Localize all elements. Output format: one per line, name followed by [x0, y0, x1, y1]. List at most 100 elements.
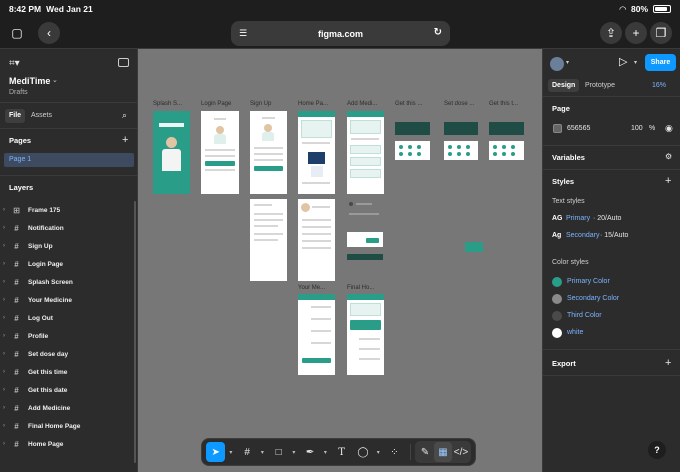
add-export-icon[interactable]: +: [665, 357, 671, 369]
reload-icon[interactable]: ↻: [434, 27, 442, 38]
color-style-item[interactable]: Third Color: [552, 311, 677, 323]
layer-item[interactable]: › # Sign Up: [0, 237, 132, 255]
chevron-down-icon[interactable]: ▾: [375, 449, 382, 456]
frame-get-this-time[interactable]: [489, 141, 524, 160]
chevron-down-icon[interactable]: ▾: [566, 59, 569, 66]
frame-label[interactable]: Home Pa...: [298, 101, 328, 107]
page-opacity-value[interactable]: 100: [631, 125, 643, 132]
project-location[interactable]: Drafts: [9, 89, 28, 96]
layer-item[interactable]: › # Notification: [0, 219, 132, 237]
frame-add-medicine[interactable]: [347, 111, 384, 194]
layer-item[interactable]: › # Final Home Page: [0, 417, 132, 435]
frame-get-this-date-header[interactable]: [395, 122, 430, 135]
layer-item[interactable]: › # Your Medicine: [0, 291, 132, 309]
chevron-down-icon[interactable]: ⌄: [52, 76, 58, 84]
chevron-down-icon[interactable]: ▾: [290, 449, 297, 456]
layer-item[interactable]: › # Profile: [0, 327, 132, 345]
frame-home-page[interactable]: [298, 111, 335, 194]
frame-final-home-page[interactable]: [347, 294, 384, 375]
caret-right-icon[interactable]: ›: [3, 387, 10, 393]
comment-tool-icon[interactable]: ◯: [353, 442, 372, 462]
page-color-swatch[interactable]: [553, 124, 562, 133]
design-canvas[interactable]: Splash S... Login Page Sign Up Home Pa..…: [138, 49, 542, 472]
project-name[interactable]: MediTime: [9, 76, 50, 86]
frame-175[interactable]: [465, 242, 483, 252]
frame-splash-screen[interactable]: [153, 111, 190, 194]
frame-tool-icon[interactable]: #: [237, 442, 256, 462]
move-tool-icon[interactable]: ➤: [206, 442, 226, 462]
color-style-item[interactable]: white: [552, 328, 677, 340]
caret-right-icon[interactable]: ›: [3, 207, 10, 213]
frame-label[interactable]: Add Medi...: [347, 101, 377, 107]
caret-right-icon[interactable]: ›: [3, 279, 10, 285]
frame-set-dose-day[interactable]: [444, 141, 478, 160]
frame-get-this-time-header[interactable]: [489, 122, 524, 135]
color-style-item[interactable]: Primary Color: [552, 277, 677, 289]
search-icon[interactable]: ⌕: [122, 110, 127, 121]
caret-right-icon[interactable]: ›: [3, 315, 10, 321]
frame-label[interactable]: Login Page: [201, 101, 231, 107]
frame-login-page[interactable]: [201, 111, 239, 194]
frame-label[interactable]: Set dose ...: [444, 101, 474, 107]
sidebar-icon[interactable]: ▢: [6, 22, 28, 44]
page-menu-icon[interactable]: ☰: [239, 28, 247, 39]
text-style-item[interactable]: Ag Secondary · 15/Auto: [552, 232, 677, 243]
frame-get-this-date[interactable]: [395, 141, 430, 160]
tab-design[interactable]: Design: [548, 79, 580, 92]
variables-title[interactable]: Variables: [552, 153, 585, 162]
layer-item[interactable]: › # Set dose day: [0, 345, 132, 363]
caret-right-icon[interactable]: ›: [3, 441, 10, 447]
layer-item[interactable]: › # Log Out: [0, 309, 132, 327]
frame-bottom-bar[interactable]: [347, 254, 383, 260]
layers-scrollbar[interactable]: [134, 201, 136, 463]
text-tool-icon[interactable]: T: [332, 442, 351, 462]
tabs-overview-icon[interactable]: ❐: [650, 22, 672, 44]
caret-right-icon[interactable]: ›: [3, 405, 10, 411]
caret-right-icon[interactable]: ›: [3, 243, 10, 249]
frame-notification[interactable]: [250, 199, 287, 281]
figma-menu-icon[interactable]: ⌗▾: [9, 58, 20, 69]
add-page-icon[interactable]: +: [122, 134, 128, 146]
caret-right-icon[interactable]: ›: [3, 261, 10, 267]
frame-label[interactable]: Get this ...: [395, 101, 422, 107]
caret-right-icon[interactable]: ›: [3, 423, 10, 429]
chevron-down-icon[interactable]: ▾: [322, 449, 329, 456]
avatar[interactable]: [550, 57, 564, 71]
present-icon[interactable]: ▷: [619, 55, 627, 68]
eye-icon[interactable]: ◉: [665, 123, 673, 134]
page-item[interactable]: Page 1: [4, 153, 134, 167]
layer-item[interactable]: › # Add Medicine: [0, 399, 132, 417]
pen-tool-icon[interactable]: ✒: [300, 442, 319, 462]
chevron-down-icon[interactable]: ▾: [634, 59, 637, 66]
frame-label[interactable]: Your Me...: [298, 285, 325, 291]
share-button[interactable]: Share: [645, 54, 676, 71]
frame-profile[interactable]: [298, 199, 335, 281]
frame-label[interactable]: Splash S...: [153, 101, 182, 107]
variables-settings-icon[interactable]: ⚙: [665, 152, 672, 161]
panel-toggle-icon[interactable]: [118, 58, 129, 67]
frame-label[interactable]: Sign Up: [250, 101, 271, 107]
actions-icon[interactable]: ⁘: [385, 442, 404, 462]
new-tab-icon[interactable]: +: [625, 22, 647, 44]
caret-right-icon[interactable]: ›: [3, 351, 10, 357]
tab-file[interactable]: File: [5, 109, 26, 123]
layer-item[interactable]: › # Splash Screen: [0, 273, 132, 291]
rectangle-tool-icon[interactable]: □: [269, 442, 288, 462]
layer-item[interactable]: › ⊞ Frame 175: [0, 201, 132, 219]
color-style-item[interactable]: Secondary Color: [552, 294, 677, 306]
design-mode-icon[interactable]: ▦: [434, 442, 453, 462]
layer-item[interactable]: › # Login Page: [0, 255, 132, 273]
caret-right-icon[interactable]: ›: [3, 297, 10, 303]
tab-prototype[interactable]: Prototype: [581, 79, 619, 92]
draw-mode-icon[interactable]: ✎: [416, 442, 434, 462]
address-bar[interactable]: ☰ figma.com ↻: [231, 21, 450, 46]
layer-item[interactable]: › # Get this date: [0, 381, 132, 399]
add-style-icon[interactable]: +: [665, 175, 671, 187]
frame-your-medicine[interactable]: [298, 294, 335, 375]
caret-right-icon[interactable]: ›: [3, 225, 10, 231]
tab-assets[interactable]: Assets: [27, 109, 56, 123]
help-button[interactable]: ?: [648, 441, 666, 459]
text-style-item[interactable]: AG Primary · 20/Auto: [552, 215, 677, 226]
frame-log-out[interactable]: [347, 199, 383, 227]
layer-item[interactable]: › # Get this time: [0, 363, 132, 381]
